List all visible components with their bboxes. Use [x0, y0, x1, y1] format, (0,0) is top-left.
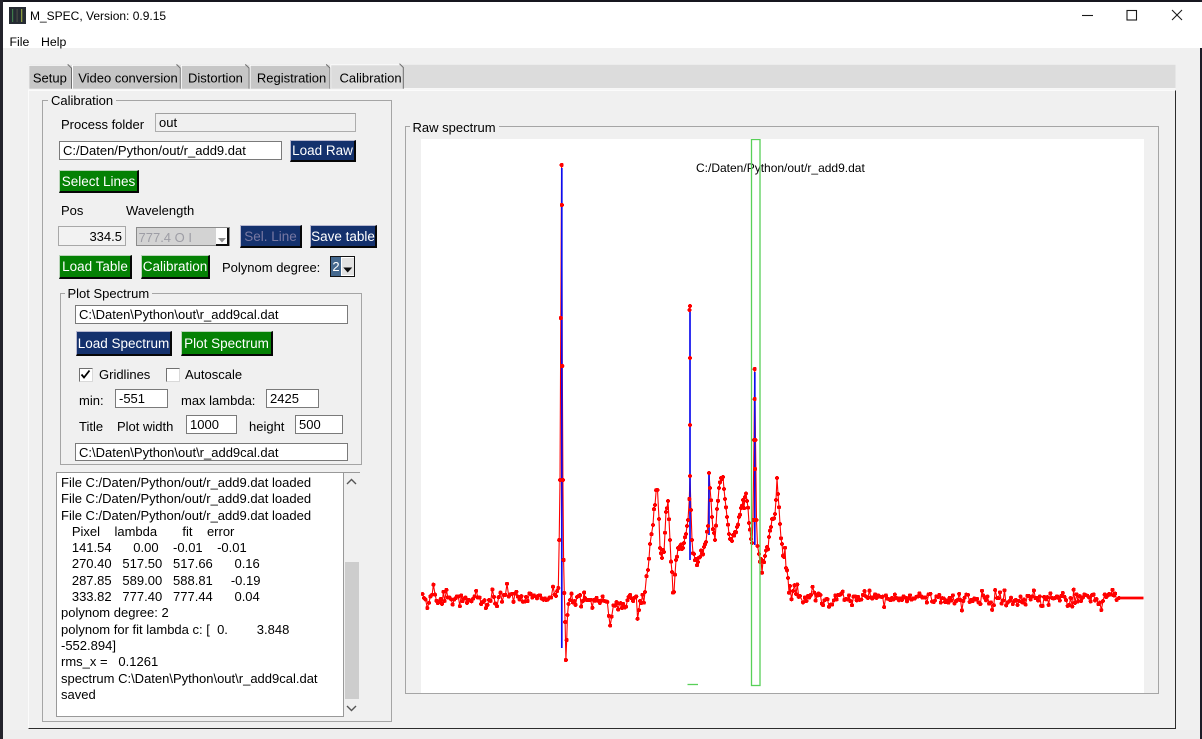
- svg-text:Registration: Registration: [257, 70, 326, 85]
- svg-text:Setup: Setup: [33, 70, 67, 85]
- svg-text:Video conversion: Video conversion: [78, 70, 178, 85]
- svg-text:Distortion: Distortion: [188, 70, 243, 85]
- svg-text:Calibration: Calibration: [340, 70, 402, 85]
- svg-text:C:/Daten/Python/out/r_add9.dat: C:/Daten/Python/out/r_add9.dat: [696, 161, 865, 175]
